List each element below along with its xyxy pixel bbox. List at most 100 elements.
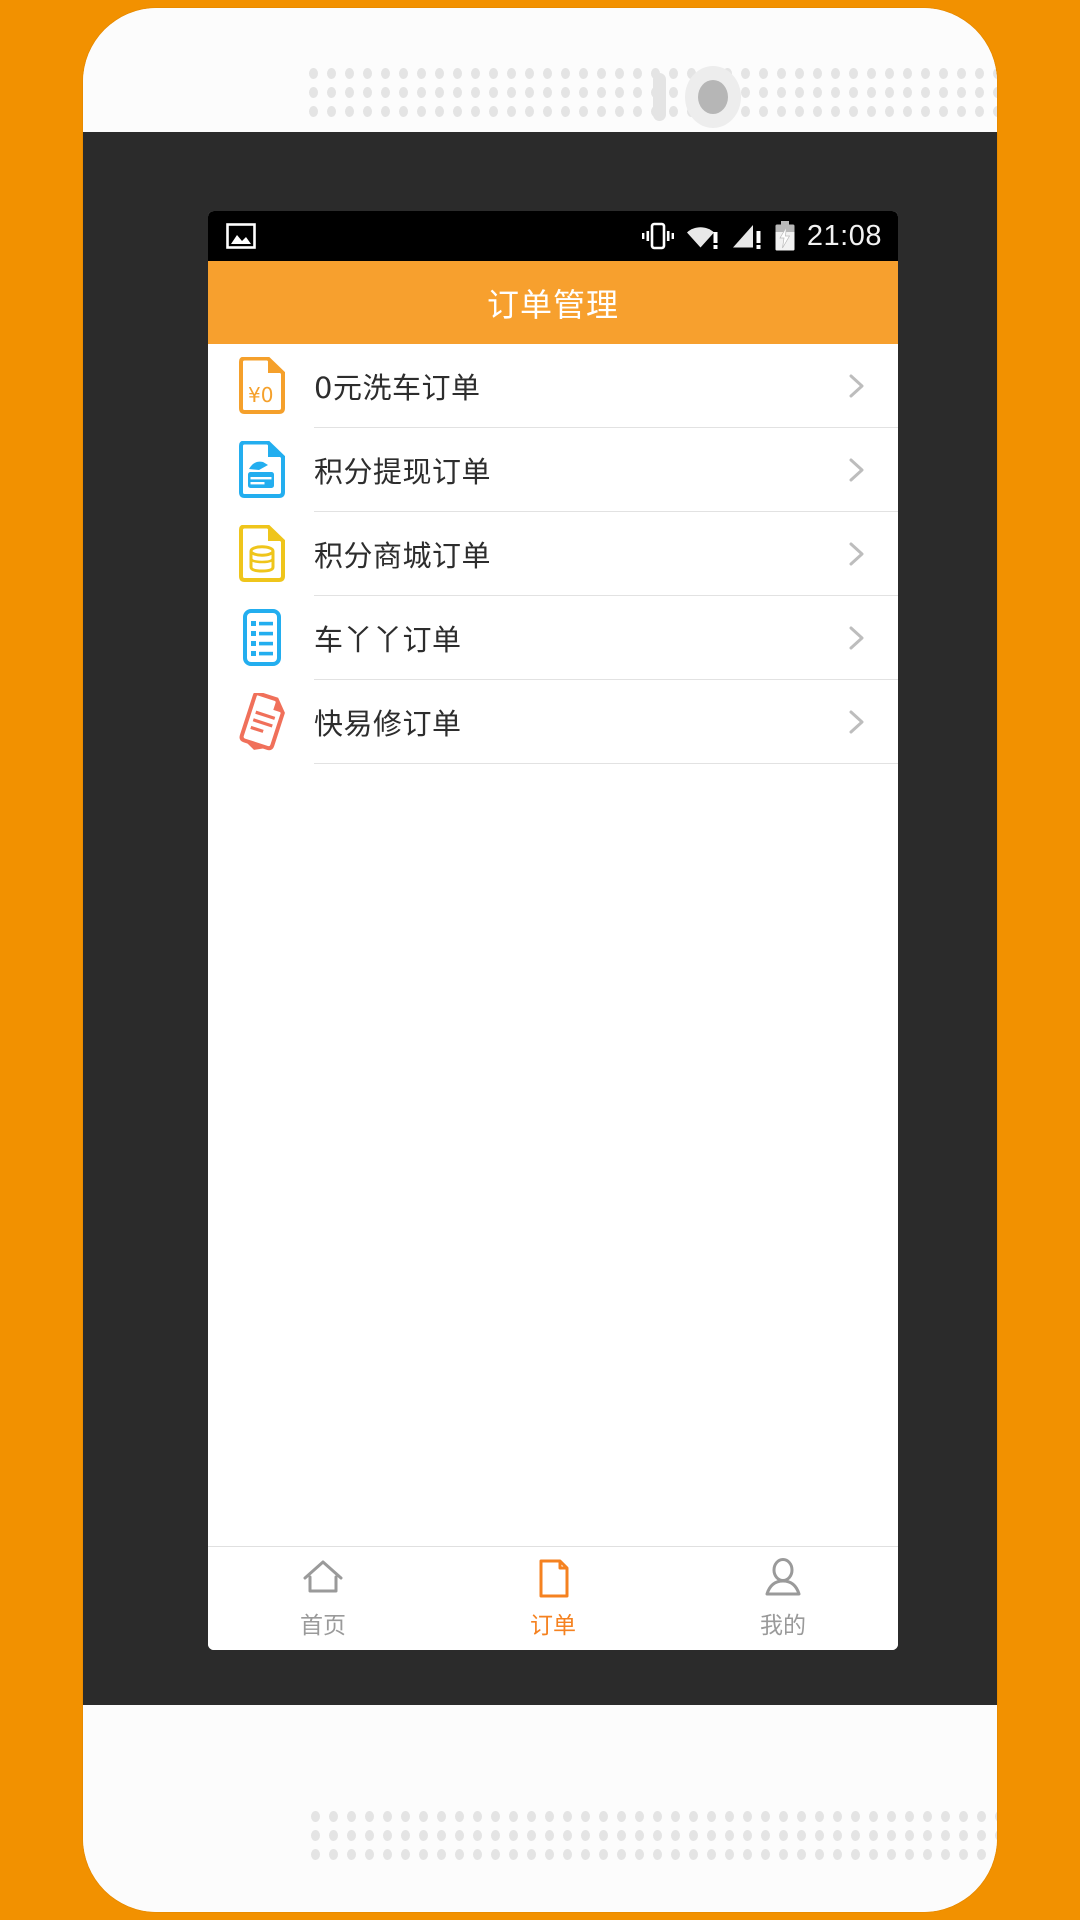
grille-dot xyxy=(977,1849,986,1860)
tab-label: 我的 xyxy=(760,1613,806,1639)
list-item-points-mall-orders[interactable]: 积分商城订单 xyxy=(208,512,898,596)
grille-dot xyxy=(543,106,552,117)
grille-dot xyxy=(761,1811,770,1822)
grille-dot xyxy=(401,1811,410,1822)
tab-label: 订单 xyxy=(530,1613,576,1639)
phone-bottom-bezel xyxy=(83,1705,997,1912)
grille-dot xyxy=(437,1811,446,1822)
grille-dot xyxy=(399,68,408,79)
grille-dot xyxy=(959,1849,968,1860)
tab-profile[interactable]: 我的 xyxy=(668,1547,898,1650)
grille-dot xyxy=(995,1811,997,1822)
grille-dot xyxy=(381,87,390,98)
list-item-kuaiyixiu-orders[interactable]: 快易修订单 xyxy=(208,680,898,764)
grille-dot xyxy=(797,1811,806,1822)
grille-dot xyxy=(671,1830,680,1841)
bottom-tab-bar: 首页 订单 我的 xyxy=(208,1546,898,1650)
grille-dot xyxy=(437,1830,446,1841)
grille-row xyxy=(311,1830,997,1841)
grille-dot xyxy=(849,68,858,79)
grille-dot xyxy=(473,1849,482,1860)
grille-dot xyxy=(939,68,948,79)
grille-dot xyxy=(635,1849,644,1860)
grille-dot xyxy=(633,106,642,117)
bottom-speaker-grille xyxy=(311,1811,997,1860)
grille-dot xyxy=(579,106,588,117)
grille-dot xyxy=(957,106,966,117)
document-tilted-icon xyxy=(236,693,288,751)
grille-dot xyxy=(473,1830,482,1841)
grille-dot xyxy=(869,1849,878,1860)
grille-dot xyxy=(831,68,840,79)
grille-dot xyxy=(543,87,552,98)
chevron-right-icon xyxy=(842,456,870,484)
grille-dot xyxy=(867,68,876,79)
person-icon xyxy=(761,1557,805,1601)
wallpaper: 21:08 订单管理 ¥0 0元洗车订单 积分提现订单 积分商城订单 车丫丫订单… xyxy=(0,0,1080,1920)
grille-dot xyxy=(725,1811,734,1822)
list-item-cheyaya-orders[interactable]: 车丫丫订单 xyxy=(208,596,898,680)
grille-dot xyxy=(437,1849,446,1860)
grille-dot xyxy=(311,1811,320,1822)
grille-dot xyxy=(633,87,642,98)
grille-dot xyxy=(905,1830,914,1841)
grille-dot xyxy=(455,1830,464,1841)
grille-dot xyxy=(975,87,984,98)
phone-device: 21:08 订单管理 ¥0 0元洗车订单 积分提现订单 积分商城订单 车丫丫订单… xyxy=(83,8,997,1912)
grille-dot xyxy=(813,68,822,79)
grille-dot xyxy=(363,106,372,117)
grille-dot xyxy=(759,106,768,117)
grille-dot xyxy=(741,106,750,117)
grille-dot xyxy=(941,1849,950,1860)
list-item-label: 车丫丫订单 xyxy=(314,623,462,657)
grille-dot xyxy=(383,1811,392,1822)
grille-dot xyxy=(887,1849,896,1860)
grille-dot xyxy=(383,1849,392,1860)
grille-dot xyxy=(939,87,948,98)
phone-screen: 21:08 订单管理 ¥0 0元洗车订单 积分提现订单 积分商城订单 车丫丫订单… xyxy=(208,211,898,1650)
vibrate-icon xyxy=(641,222,675,250)
grille-dot xyxy=(653,1811,662,1822)
grille-dot xyxy=(653,1830,662,1841)
tab-orders[interactable]: 订单 xyxy=(438,1547,668,1650)
grille-dot xyxy=(561,106,570,117)
grille-dot xyxy=(401,1849,410,1860)
grille-dot xyxy=(957,87,966,98)
grille-dot xyxy=(363,87,372,98)
svg-text:¥0: ¥0 xyxy=(248,383,273,407)
grille-dot xyxy=(309,68,318,79)
list-item-free-carwash-orders[interactable]: ¥0 0元洗车订单 xyxy=(208,344,898,428)
grille-dot xyxy=(851,1849,860,1860)
grille-dot xyxy=(617,1830,626,1841)
status-bar-system-icons: 21:08 xyxy=(641,220,882,253)
grille-dot xyxy=(471,106,480,117)
grille-dot xyxy=(545,1849,554,1860)
document-yen-zero-icon: ¥0 xyxy=(236,357,288,415)
tab-label: 首页 xyxy=(300,1613,346,1639)
grille-dot xyxy=(743,1811,752,1822)
grille-dot xyxy=(525,68,534,79)
android-status-bar: 21:08 xyxy=(208,211,898,261)
grille-dot xyxy=(347,1811,356,1822)
tab-home[interactable]: 首页 xyxy=(208,1547,438,1650)
grille-dot xyxy=(581,1830,590,1841)
grille-dot xyxy=(507,106,516,117)
grille-dot xyxy=(417,68,426,79)
chevron-right-icon xyxy=(842,540,870,568)
grille-dot xyxy=(399,87,408,98)
grille-dot xyxy=(329,1830,338,1841)
grille-row xyxy=(311,1811,997,1822)
list-item-points-withdrawal-orders[interactable]: 积分提现订单 xyxy=(208,428,898,512)
grille-dot xyxy=(473,1811,482,1822)
grille-dot xyxy=(597,106,606,117)
grille-dot xyxy=(599,1811,608,1822)
grille-dot xyxy=(401,1830,410,1841)
grille-dot xyxy=(849,87,858,98)
grille-dot xyxy=(905,1811,914,1822)
grille-dot xyxy=(759,68,768,79)
app-title-bar: 订单管理 xyxy=(208,261,898,344)
grille-dot xyxy=(545,1811,554,1822)
grille-dot xyxy=(797,1830,806,1841)
grille-dot xyxy=(725,1830,734,1841)
grille-dot xyxy=(453,68,462,79)
